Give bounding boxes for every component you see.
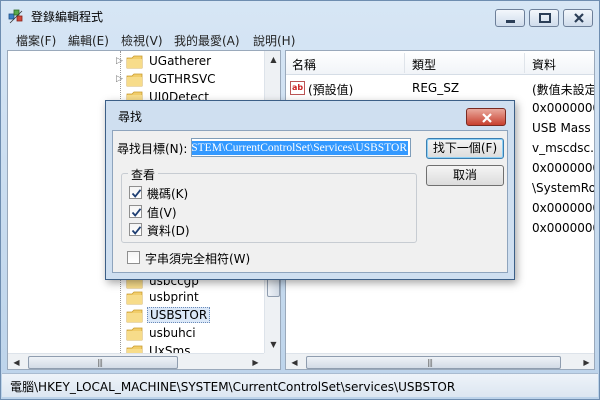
minimize-button[interactable]: [495, 9, 525, 27]
list-horizontal-scrollbar[interactable]: ◀ ||| ▶: [286, 353, 594, 369]
find-next-button[interactable]: 找下一個(F): [426, 138, 504, 159]
expand-arrow-icon[interactable]: ▷: [116, 75, 124, 84]
dialog-body: 尋找目標(N): SYSTEM\CurrentControlSet\Servic…: [112, 130, 508, 273]
folder-icon: [126, 291, 143, 305]
string-value-icon: ab: [290, 81, 305, 95]
value-data: v_mscdsc.inf: [532, 141, 594, 155]
column-name-header[interactable]: 名稱: [292, 56, 316, 73]
menu-view[interactable]: 檢視(V): [121, 32, 163, 49]
status-bar: 電腦\HKEY_LOCAL_MACHINE\SYSTEM\CurrentCont…: [2, 373, 598, 397]
tree-item-label: UGTHRSVC: [149, 72, 216, 86]
column-divider[interactable]: [404, 53, 405, 73]
folder-icon: [126, 73, 143, 87]
current-key-path: 電腦\HKEY_LOCAL_MACHINE\SYSTEM\CurrentCont…: [10, 380, 456, 394]
menu-favorites[interactable]: 我的最愛(A): [174, 32, 240, 49]
value-data: 0x00000001: [532, 221, 594, 235]
scroll-right-arrow-icon[interactable]: ▶: [247, 354, 264, 369]
checkbox-label: 值(V): [147, 206, 177, 220]
close-button[interactable]: [563, 9, 593, 27]
grip-icon: |||: [97, 358, 103, 367]
menu-file[interactable]: 檔案(F): [16, 32, 56, 49]
value-data: (數值未設定): [532, 83, 595, 97]
scroll-down-arrow-icon[interactable]: ▼: [265, 336, 280, 353]
tree-item-label: USBSTOR: [147, 307, 211, 323]
scroll-thumb[interactable]: |||: [306, 356, 561, 369]
close-icon: [574, 13, 584, 23]
find-what-input[interactable]: SYSTEM\CurrentControlSet\Services\USBSTO…: [191, 138, 411, 157]
folder-icon: [126, 327, 143, 341]
regedit-icon: [8, 9, 23, 24]
value-data: \SystemRoot: [532, 181, 594, 195]
column-data-header[interactable]: 資料: [532, 56, 556, 73]
scroll-left-arrow-icon[interactable]: ◀: [8, 354, 25, 369]
cancel-button[interactable]: 取消: [426, 165, 504, 186]
expand-arrow-icon[interactable]: ▷: [116, 57, 124, 66]
find-what-text: SYSTEM\CurrentControlSet\Services\USBSTO…: [192, 141, 408, 155]
window-title: 登錄編輯程式: [31, 10, 104, 24]
registry-editor-window: 登錄編輯程式 檔案(F) 編輯(E) 檢視(V) 我的最愛(A) 說明(H) ▷…: [0, 0, 600, 400]
find-what-label: 尋找目標(N):: [117, 142, 188, 156]
tree-item-ugthrsvc[interactable]: ▷ UGTHRSVC: [8, 71, 266, 89]
dialog-title: 尋找: [118, 110, 143, 124]
scroll-up-arrow-icon[interactable]: ▲: [265, 51, 280, 68]
tree-item-usbstor[interactable]: USBSTOR: [8, 307, 266, 325]
tree-horizontal-scrollbar[interactable]: ◀ ||| ▶: [8, 353, 264, 369]
checkbox-label: 資料(D): [147, 224, 190, 238]
scrollbar-corner: [264, 353, 280, 369]
folder-icon: [126, 55, 143, 69]
checkbox-label: 字串須完全相符(W): [145, 252, 251, 266]
tree-item-usbprint[interactable]: usbprint: [8, 289, 266, 307]
dialog-close-button[interactable]: [466, 108, 506, 126]
minimize-icon: [506, 20, 515, 23]
scroll-left-arrow-icon[interactable]: ◀: [286, 354, 303, 369]
column-divider[interactable]: [524, 53, 525, 73]
title-bar[interactable]: 登錄編輯程式: [1, 1, 599, 29]
value-name: (預設值): [308, 83, 354, 97]
tree-item-usbuhci[interactable]: usbuhci: [8, 325, 266, 343]
list-header: 名稱 類型 資料: [286, 51, 594, 75]
look-at-group: 查看 機碼(K) 值(V) 資料(D): [121, 166, 417, 243]
scroll-thumb[interactable]: |||: [28, 356, 178, 369]
checkbox-checked-icon[interactable]: [129, 186, 142, 199]
tree-item-label: usbprint: [149, 290, 199, 304]
checkbox-checked-icon[interactable]: [129, 205, 142, 218]
grip-icon: |||: [427, 358, 433, 367]
find-dialog: 尋找 尋找目標(N): SYSTEM\CurrentControlSet\Ser…: [105, 100, 515, 280]
tree-item-ugatherer[interactable]: ▷ UGatherer: [8, 53, 266, 71]
value-data: USB Mass Storage: [532, 121, 594, 135]
column-type-header[interactable]: 類型: [412, 56, 436, 73]
tree-item-label: usbuhci: [149, 326, 196, 340]
folder-icon: [126, 309, 143, 323]
menu-bar: 檔案(F) 編輯(E) 檢視(V) 我的最愛(A) 說明(H): [2, 29, 598, 49]
close-icon: [482, 113, 492, 123]
checkbox-unchecked-icon[interactable]: [127, 251, 140, 264]
menu-edit[interactable]: 編輯(E): [68, 32, 109, 49]
menu-help[interactable]: 說明(H): [253, 32, 295, 49]
value-data: 0x00000003: [532, 201, 594, 215]
tree-item-label: UGatherer: [149, 54, 212, 68]
checkbox-label: 機碼(K): [147, 187, 189, 201]
value-data: 0x00000000: [532, 161, 594, 175]
value-type: REG_SZ: [412, 81, 460, 95]
look-at-legend: 查看: [128, 166, 159, 183]
value-data: 0x00000001: [532, 101, 594, 115]
scroll-right-arrow-icon[interactable]: ▶: [578, 354, 594, 369]
maximize-button[interactable]: [529, 9, 559, 27]
maximize-icon: [539, 13, 551, 23]
checkbox-checked-icon[interactable]: [129, 223, 142, 236]
value-row[interactable]: ab (預設值) REG_SZ (數值未設定): [286, 78, 595, 98]
